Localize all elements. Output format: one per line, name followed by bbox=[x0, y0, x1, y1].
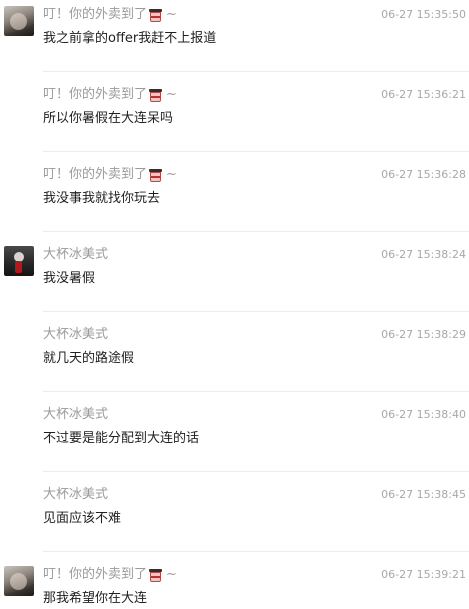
sender-name-text: 大杯冰美式 bbox=[43, 247, 109, 262]
sender-name-text: 大杯冰美式 bbox=[43, 487, 109, 502]
sender-name[interactable]: 叮！你的外卖到了 ~ bbox=[43, 86, 177, 104]
sender-name[interactable]: 大杯冰美式 bbox=[43, 486, 108, 504]
message-item[interactable]: 大杯冰美式 06-27 15:38:29 就几天的路途假 bbox=[0, 320, 469, 400]
message-item[interactable]: 叮！你的外卖到了 ~ 06-27 15:39:21 那我希望你在大连 bbox=[0, 560, 469, 608]
message-text[interactable]: 就几天的路途假 bbox=[43, 349, 134, 369]
sender-name-text: 大杯冰美式 bbox=[43, 327, 109, 342]
message-timestamp: 06-27 15:39:21 bbox=[381, 568, 466, 581]
avatar[interactable] bbox=[4, 566, 34, 596]
sender-name[interactable]: 大杯冰美式 bbox=[43, 406, 108, 424]
sender-name-suffix: ~ bbox=[166, 167, 177, 182]
sender-name-text: 叮！你的外卖到了 bbox=[43, 167, 148, 182]
message-item[interactable]: 大杯冰美式 06-27 15:38:45 见面应该不难 bbox=[0, 480, 469, 560]
message-item[interactable]: 叮！你的外卖到了 ~ 06-27 15:36:28 我没事我就找你玩去 bbox=[0, 160, 469, 240]
message-timestamp: 06-27 15:36:21 bbox=[381, 88, 466, 101]
message-item[interactable]: 大杯冰美式 06-27 15:38:40 不过要是能分配到大连的话 bbox=[0, 400, 469, 480]
message-divider bbox=[43, 471, 469, 472]
message-item[interactable]: 叮！你的外卖到了 ~ 06-27 15:36:21 所以你暑假在大连呆吗 bbox=[0, 80, 469, 160]
message-timestamp: 06-27 15:35:50 bbox=[381, 8, 466, 21]
message-timestamp: 06-27 15:38:29 bbox=[381, 328, 466, 341]
message-divider bbox=[43, 231, 469, 232]
message-item[interactable]: 大杯冰美式 06-27 15:38:24 我没暑假 bbox=[0, 240, 469, 320]
message-timestamp: 06-27 15:38:40 bbox=[381, 408, 466, 421]
message-text[interactable]: 所以你暑假在大连呆吗 bbox=[43, 109, 173, 129]
message-divider bbox=[43, 551, 469, 552]
message-text[interactable]: 我之前拿的offer我赶不上报道 bbox=[43, 29, 216, 49]
sender-name-text: 叮！你的外卖到了 bbox=[43, 87, 148, 102]
sender-name[interactable]: 叮！你的外卖到了 ~ bbox=[43, 166, 177, 184]
message-divider bbox=[43, 71, 469, 72]
message-item[interactable]: 叮！你的外卖到了 ~ 06-27 15:35:50 我之前拿的offer我赶不上… bbox=[0, 0, 469, 80]
sender-name-suffix: ~ bbox=[166, 567, 177, 582]
sender-name-text: 叮！你的外卖到了 bbox=[43, 7, 148, 22]
message-text[interactable]: 我没事我就找你玩去 bbox=[43, 189, 160, 209]
message-text[interactable]: 见面应该不难 bbox=[43, 509, 121, 529]
message-divider bbox=[43, 391, 469, 392]
message-timestamp: 06-27 15:38:24 bbox=[381, 248, 466, 261]
drink-cup-icon bbox=[148, 88, 163, 103]
drink-cup-icon bbox=[148, 568, 163, 583]
sender-name-text: 大杯冰美式 bbox=[43, 407, 109, 422]
message-text[interactable]: 不过要是能分配到大连的话 bbox=[43, 429, 199, 449]
sender-name[interactable]: 大杯冰美式 bbox=[43, 246, 108, 264]
chat-message-list[interactable]: 叮！你的外卖到了 ~ 06-27 15:35:50 我之前拿的offer我赶不上… bbox=[0, 0, 469, 608]
message-text[interactable]: 我没暑假 bbox=[43, 269, 95, 289]
drink-cup-icon bbox=[148, 8, 163, 23]
sender-name[interactable]: 大杯冰美式 bbox=[43, 326, 108, 344]
sender-name-suffix: ~ bbox=[166, 87, 177, 102]
avatar[interactable] bbox=[4, 246, 34, 276]
message-timestamp: 06-27 15:36:28 bbox=[381, 168, 466, 181]
sender-name-suffix: ~ bbox=[166, 7, 177, 22]
sender-name[interactable]: 叮！你的外卖到了 ~ bbox=[43, 6, 177, 24]
sender-name-text: 叮！你的外卖到了 bbox=[43, 567, 148, 582]
avatar[interactable] bbox=[4, 6, 34, 36]
drink-cup-icon bbox=[148, 168, 163, 183]
sender-name[interactable]: 叮！你的外卖到了 ~ bbox=[43, 566, 177, 584]
message-divider bbox=[43, 311, 469, 312]
message-divider bbox=[43, 151, 469, 152]
message-text[interactable]: 那我希望你在大连 bbox=[43, 589, 147, 609]
message-timestamp: 06-27 15:38:45 bbox=[381, 488, 466, 501]
